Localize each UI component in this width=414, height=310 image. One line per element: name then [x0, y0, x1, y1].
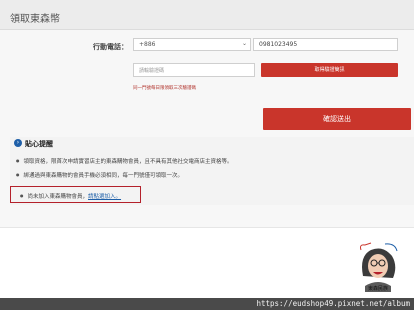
watermark-url: https://eudshop49.pixnet.net/album	[256, 299, 410, 308]
page-title: 領取東森幣	[10, 14, 60, 25]
confirm-submit-button[interactable]: 確認送出	[263, 108, 411, 130]
country-code-select[interactable]: +886 ⌄	[133, 38, 251, 51]
code-limit-note: 同一門號每日限領取三次驗證碼	[133, 86, 196, 91]
notice-title: 貼心提醒	[25, 140, 53, 148]
phone-label: 行動電話：	[93, 43, 128, 51]
chevron-down-icon: ⌄	[241, 40, 247, 47]
sticker-caption: 東森民族	[368, 285, 388, 292]
page-header: 領取東森幣	[0, 0, 414, 30]
avatar-sticker: 東森民族	[360, 242, 398, 292]
notice-item: 綁通過與東森購物的會員手機必須相同，每一門號僅可領取一次。	[16, 171, 184, 179]
app-screen: 領取東森幣 行動電話： +886 ⌄ 0981023495 請輸驗證碼 取得驗證…	[0, 0, 414, 228]
get-sms-code-button[interactable]: 取得驗證簡訊	[261, 63, 398, 77]
highlight-frame	[10, 186, 141, 203]
country-code-value: +886	[139, 41, 156, 48]
watermark-bar: https://eudshop49.pixnet.net/album	[0, 298, 414, 310]
phone-number-input[interactable]: 0981023495	[253, 38, 398, 51]
verification-code-input[interactable]: 請輸驗證碼	[133, 63, 255, 77]
info-circle-icon: ›	[14, 139, 22, 147]
notice-item: 領取資格，限首次申請實習店主的東森購物會員，且不具有其他社交電商店主資格等。	[16, 157, 233, 165]
